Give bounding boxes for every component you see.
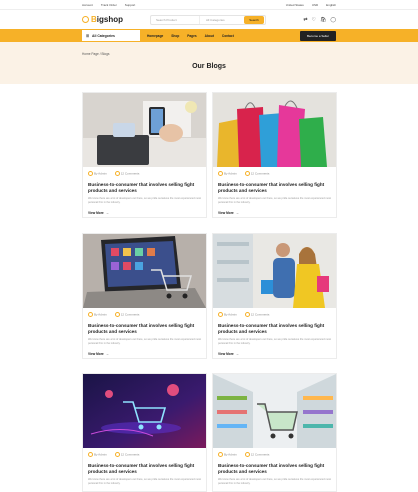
view-more-link[interactable]: View More →: [218, 352, 331, 356]
post-title[interactable]: Business-to-consumer that involves selli…: [218, 323, 331, 335]
post-comments[interactable]: 12 Comments: [245, 171, 270, 176]
all-categories-button[interactable]: ☰ All Categories: [82, 30, 140, 41]
blog-image-online-shopping[interactable]: [83, 93, 206, 167]
logo[interactable]: Bigshop: [82, 15, 123, 24]
all-categories-label: All Categories: [92, 33, 115, 38]
arrow-right-icon: →: [235, 210, 239, 215]
top-settings: United States USD English: [286, 3, 336, 7]
top-links: Account Track Order Support: [82, 3, 135, 7]
become-seller-button[interactable]: Become a Seller: [300, 30, 336, 41]
main-nav: ☰ All Categories Homepage Shop Pages Abo…: [0, 29, 418, 42]
region-select[interactable]: United States: [286, 3, 304, 7]
post-excerpt: We know there are a lot of developers ou…: [88, 478, 201, 485]
account-link[interactable]: Account: [82, 3, 93, 7]
page-banner: Home Page / Blogs Our Blogs: [0, 42, 418, 84]
view-more-link[interactable]: View More →: [218, 211, 331, 215]
compare-icon[interactable]: ⇄: [303, 18, 307, 23]
page-title: Our Blogs: [192, 63, 226, 70]
search-bar: Search Product All Categories Search: [150, 15, 266, 25]
post-comments[interactable]: 12 Comments: [245, 312, 270, 317]
post-comments[interactable]: 12 Comments: [115, 452, 140, 457]
nav-item-contact[interactable]: Contact: [222, 34, 234, 38]
post-comments[interactable]: 12 Comments: [115, 171, 140, 176]
post-excerpt: We know there are a lot of developers ou…: [88, 197, 201, 204]
view-more-link[interactable]: View More →: [88, 352, 201, 356]
logo-text: Bigshop: [91, 15, 123, 24]
post-excerpt: We know there are a lot of developers ou…: [218, 478, 331, 485]
wishlist-icon[interactable]: ♡: [312, 18, 316, 23]
blog-image-laptop-cart[interactable]: [83, 234, 206, 308]
arrow-right-icon: →: [105, 210, 109, 215]
breadcrumb: Home Page / Blogs: [82, 52, 110, 56]
search-category-select[interactable]: All Categories: [199, 16, 244, 24]
post-title[interactable]: Business-to-consumer that involves selli…: [88, 323, 201, 335]
blog-image-neon-cart[interactable]: [83, 374, 206, 448]
post-title[interactable]: Business-to-consumer that involves selli…: [218, 182, 331, 194]
post-excerpt: We know there are a lot of developers ou…: [218, 197, 331, 204]
menu-items: Homepage Shop Pages About Contact: [147, 29, 234, 42]
post-title[interactable]: Business-to-consumer that involves selli…: [88, 463, 201, 475]
nav-item-about[interactable]: About: [205, 34, 214, 38]
post-excerpt: We know there are a lot of developers ou…: [218, 338, 331, 345]
post-comments[interactable]: 12 Comments: [245, 452, 270, 457]
language-select[interactable]: English: [326, 3, 336, 7]
blog-card: By Admin 12 Comments Business-to-consumer…: [82, 373, 207, 492]
track-order-link[interactable]: Track Order: [101, 3, 117, 7]
post-author: By Admin: [88, 312, 107, 317]
nav-item-homepage[interactable]: Homepage: [147, 34, 163, 38]
menu-icon: ☰: [86, 33, 90, 38]
blog-card: By Admin 12 Comments Business-to-consumer…: [212, 373, 337, 492]
search-input[interactable]: Search Product: [151, 18, 199, 22]
header-icons: ⇄ ♡ 🛍 ◯: [303, 18, 336, 23]
header: Bigshop Search Product All Categories Se…: [0, 10, 418, 30]
top-bar: Account Track Order Support United State…: [0, 0, 418, 10]
post-title[interactable]: Business-to-consumer that involves selli…: [218, 463, 331, 475]
post-author: By Admin: [218, 452, 237, 457]
post-title[interactable]: Business-to-consumer that involves selli…: [88, 182, 201, 194]
post-author: By Admin: [88, 452, 107, 457]
post-author: By Admin: [88, 171, 107, 176]
blog-card: By Admin 12 Comments Business-to-consumer…: [212, 233, 337, 359]
blog-image-shopping-bags[interactable]: [213, 93, 336, 167]
post-comments[interactable]: 12 Comments: [115, 312, 140, 317]
post-author: By Admin: [218, 312, 237, 317]
support-link[interactable]: Support: [125, 3, 136, 7]
post-author: By Admin: [218, 171, 237, 176]
blog-card: By Admin 12 Comments Business-to-consumer…: [82, 233, 207, 359]
view-more-link[interactable]: View More →: [88, 211, 201, 215]
blog-image-supermarket-aisle[interactable]: [213, 374, 336, 448]
cart-icon[interactable]: 🛍: [320, 18, 326, 23]
nav-item-shop[interactable]: Shop: [171, 34, 179, 38]
arrow-right-icon: →: [105, 351, 109, 356]
user-icon[interactable]: ◯: [330, 18, 336, 23]
search-button[interactable]: Search: [244, 16, 264, 24]
nav-item-pages[interactable]: Pages: [187, 34, 196, 38]
arrow-right-icon: →: [235, 351, 239, 356]
blog-card: By Admin 12 Comments Business-to-consumer…: [82, 92, 207, 218]
logo-icon: [82, 16, 89, 23]
blog-image-couple-with-bags[interactable]: [213, 234, 336, 308]
post-excerpt: We know there are a lot of developers ou…: [88, 338, 201, 345]
blog-card: By Admin 12 Comments Business-to-consumer…: [212, 92, 337, 218]
currency-select[interactable]: USD: [312, 3, 318, 7]
